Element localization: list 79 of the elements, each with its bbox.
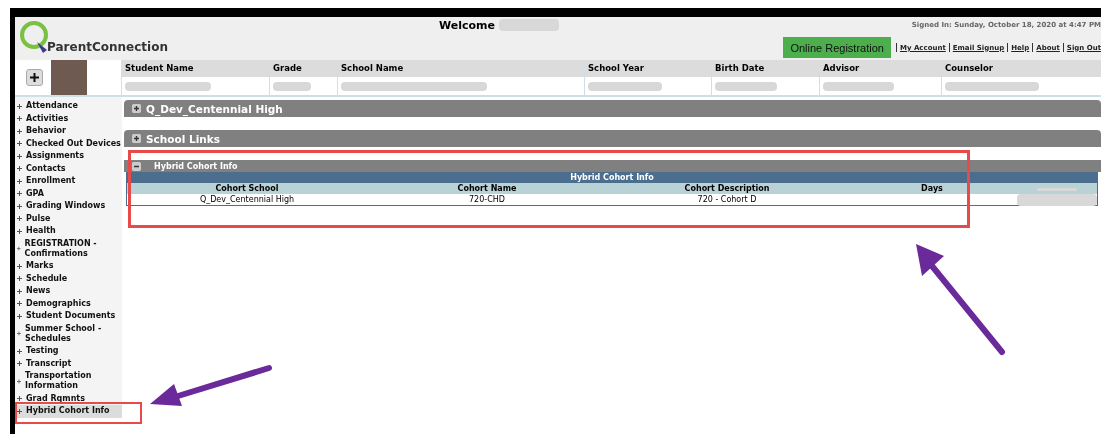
plus-icon xyxy=(17,178,22,184)
redacted-value xyxy=(715,81,778,91)
online-registration-button[interactable]: Online Registration xyxy=(783,37,891,58)
panel-title: Hybrid Cohort Info xyxy=(154,161,238,171)
sidebar-item[interactable]: Student Documents xyxy=(15,310,122,323)
sidebar-item[interactable]: Checked Out Devices xyxy=(15,137,122,150)
plus-icon xyxy=(17,361,22,366)
toggle-icon[interactable] xyxy=(132,161,141,171)
plus-icon xyxy=(17,348,22,354)
plus-icon xyxy=(17,288,22,294)
sidebar-item[interactable]: Schedule xyxy=(15,272,122,285)
plus-icon xyxy=(17,103,22,109)
plus-icon xyxy=(17,116,22,121)
column-header: Advisor xyxy=(820,60,941,77)
column-header: Days xyxy=(920,183,944,194)
plus-icon xyxy=(17,396,22,401)
redacted-value xyxy=(273,81,312,91)
toggle-icon[interactable] xyxy=(132,134,141,143)
plus-icon xyxy=(17,128,22,134)
plus-icon xyxy=(17,378,21,384)
sidebar-item[interactable]: Transcript xyxy=(15,357,122,370)
sidebar-item[interactable]: Enrollment xyxy=(15,175,122,188)
plus-icon xyxy=(17,331,21,336)
sidebar-item[interactable]: Grad Rqmnts xyxy=(15,392,122,405)
sidebar-item[interactable]: Behavior xyxy=(15,125,122,138)
plus-icon xyxy=(17,263,22,269)
welcome-text: Welcome xyxy=(439,19,495,34)
plus-icon xyxy=(17,141,22,146)
sidebar-item[interactable]: Pulse xyxy=(15,212,122,225)
panel-header[interactable]: Q_Dev_Centennial High xyxy=(124,100,1101,117)
column-header: School Name xyxy=(338,60,584,77)
sidebar-item[interactable]: News xyxy=(15,285,122,298)
sidebar-item[interactable]: Summer School - Schedules xyxy=(15,322,122,345)
column-header: Counselor xyxy=(942,60,1101,77)
panel-header[interactable]: School Links xyxy=(124,130,1101,147)
sidebar-item[interactable]: GPA xyxy=(15,187,122,200)
sidebar-item[interactable]: Demographics xyxy=(15,297,122,310)
plus-icon xyxy=(17,191,22,196)
toggle-icon[interactable] xyxy=(132,104,141,113)
plus-icon xyxy=(17,216,22,221)
table-cell: Q_Dev_Centennial High xyxy=(199,195,295,204)
plus-icon xyxy=(17,408,22,414)
photo-placeholder xyxy=(51,60,87,95)
table-caption: Hybrid Cohort Info xyxy=(127,173,1097,183)
add-button[interactable] xyxy=(26,69,43,86)
plus-icon xyxy=(17,153,22,159)
sidebar-item[interactable]: Hybrid Cohort Info xyxy=(15,405,122,418)
plus-icon xyxy=(17,166,22,171)
logo-text: ParentConnection xyxy=(47,40,168,54)
table-cell: 720-CHD xyxy=(469,195,505,204)
column-header: School Year xyxy=(585,60,711,77)
column-header: Cohort Name xyxy=(456,183,518,194)
panel-header[interactable]: Hybrid Cohort Info xyxy=(124,160,1101,172)
plus-icon xyxy=(17,246,21,251)
sidebar-item[interactable]: Marks xyxy=(15,260,122,273)
redacted-value xyxy=(823,81,894,91)
table-cell: 720 - Cohort D xyxy=(697,195,757,204)
plus-icon xyxy=(17,313,22,319)
sidebar-item[interactable]: Health xyxy=(15,225,122,238)
sidebar-item[interactable]: REGISTRATION - Confirmations xyxy=(15,237,122,260)
sidebar-item[interactable]: Attendance xyxy=(15,100,122,113)
column-header: Birth Date xyxy=(712,60,819,77)
column-header: Cohort Description xyxy=(683,183,771,194)
column-header: Cohort School xyxy=(214,183,280,194)
column-header: Student Name xyxy=(122,60,269,77)
sidebar-item[interactable]: Contacts xyxy=(15,162,122,175)
sidebar-item[interactable]: Assignments xyxy=(15,150,122,163)
sidebar-item[interactable]: Activities xyxy=(15,112,122,125)
plus-icon xyxy=(30,73,39,82)
plus-icon xyxy=(17,228,22,234)
column-header: Grade xyxy=(270,60,337,77)
sidebar-item[interactable]: Grading Windows xyxy=(15,200,122,213)
panel-title: Q_Dev_Centennial High xyxy=(146,102,283,115)
sidebar-item[interactable]: Testing xyxy=(15,345,122,358)
plus-icon xyxy=(17,276,22,281)
panel-title: School Links xyxy=(146,132,220,145)
plus-icon xyxy=(17,203,22,209)
plus-icon xyxy=(17,301,22,306)
sidebar-item[interactable]: Transportation Information xyxy=(15,370,122,393)
